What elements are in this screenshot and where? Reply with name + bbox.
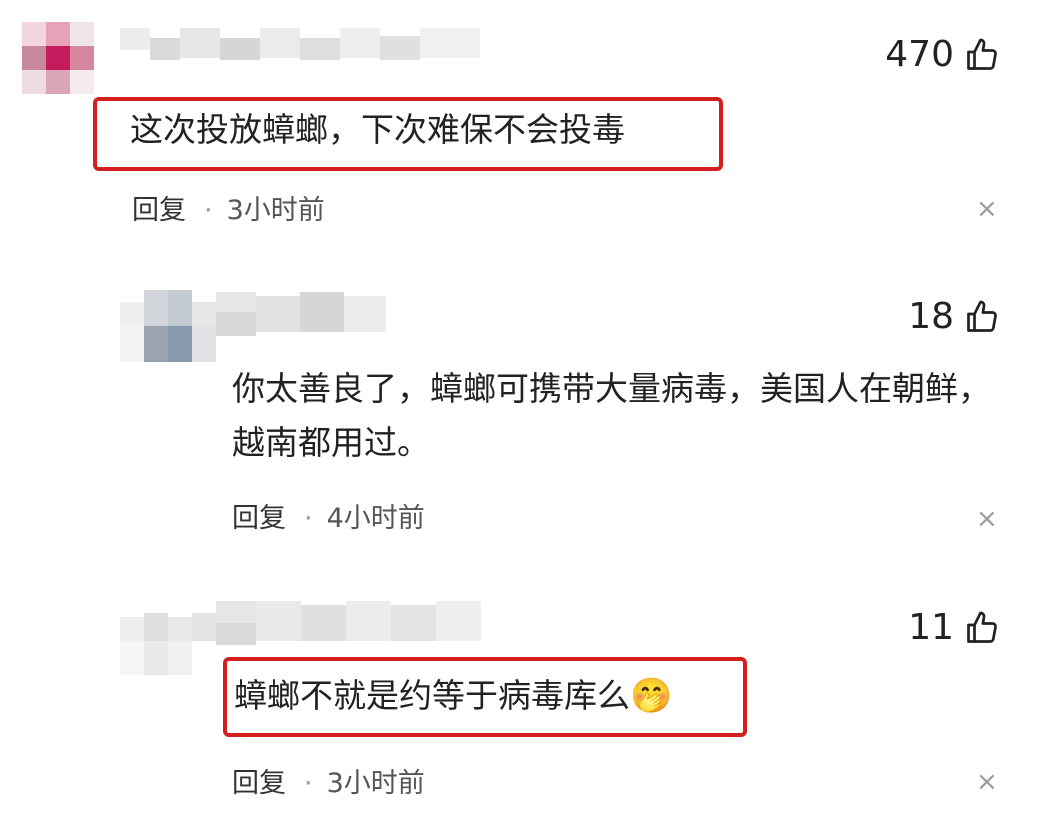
timestamp: 4小时前: [326, 503, 425, 534]
reply-button[interactable]: 回复: [232, 768, 286, 799]
comment-meta: 回复 · 4小时前: [232, 496, 425, 535]
separator: ·: [304, 768, 313, 799]
reply-button[interactable]: 回复: [132, 195, 186, 226]
separator: ·: [304, 503, 313, 534]
like-count[interactable]: 11: [908, 607, 1000, 648]
separator: ·: [204, 195, 213, 226]
comment-text: 蟑螂不就是约等于病毒库么🤭: [234, 676, 673, 716]
avatar[interactable]: [120, 290, 216, 362]
close-icon[interactable]: ×: [976, 767, 998, 797]
shy-face-emoji: 🤭: [630, 676, 673, 716]
avatar[interactable]: [120, 603, 216, 675]
comment-2: 18 你太善良了，蟑螂可携带大量病毒，美国人在朝鲜，越南都用过。 回复 · 4小时前…: [0, 270, 1040, 560]
timestamp: 3小时前: [226, 195, 325, 226]
close-icon[interactable]: ×: [976, 504, 998, 534]
close-icon[interactable]: ×: [976, 194, 998, 224]
comment-text: 你太善良了，蟑螂可携带大量病毒，美国人在朝鲜，越南都用过。: [232, 369, 991, 462]
comment-3: 11 蟑螂不就是约等于病毒库么🤭 回复 · 3小时前 ×: [0, 585, 1040, 820]
comment-1: 470 这次投放蟑螂，下次难保不会投毒 回复 · 3小时前 ×: [0, 0, 1040, 240]
thumbs-up-icon: [967, 300, 997, 332]
username[interactable]: [216, 601, 481, 645]
comment-meta: 回复 · 3小时前: [132, 188, 325, 227]
comment-meta: 回复 · 3小时前: [232, 761, 425, 800]
reply-button[interactable]: 回复: [232, 503, 286, 534]
username[interactable]: [216, 292, 386, 336]
username[interactable]: [120, 28, 480, 72]
timestamp: 3小时前: [326, 768, 425, 799]
like-count[interactable]: 18: [908, 296, 1000, 337]
avatar[interactable]: [22, 22, 100, 118]
comment-text: 这次投放蟑螂，下次难保不会投毒: [130, 110, 625, 149]
thumbs-up-icon: [967, 611, 997, 643]
thumbs-up-icon: [967, 38, 997, 70]
like-count[interactable]: 470: [885, 34, 1000, 75]
